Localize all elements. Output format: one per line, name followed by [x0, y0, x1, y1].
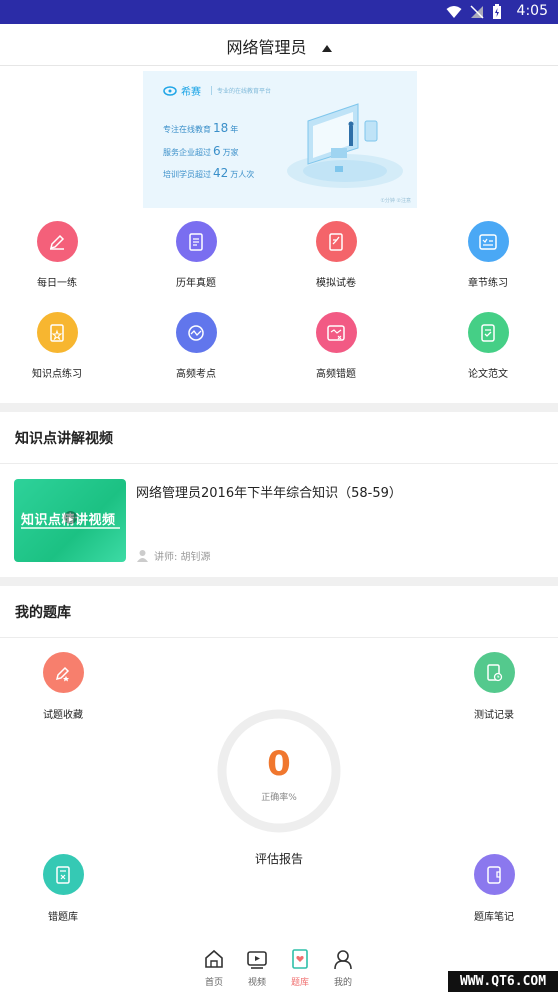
feature-essays[interactable]: 论文范文	[428, 312, 548, 380]
app-header: 网络管理员	[0, 24, 558, 66]
feature-hot-errors[interactable]: 高频错题	[276, 312, 396, 380]
tab-label: 首页	[204, 978, 223, 988]
video-thumbnail[interactable]: 知识点精讲视频	[14, 479, 126, 562]
tab-label: 题库	[290, 978, 309, 988]
library-wrong-questions[interactable]: 错题库	[13, 854, 113, 923]
video-play-icon	[247, 951, 267, 969]
library-favorites[interactable]: 试题收藏	[13, 652, 113, 721]
library-label: 测试记录	[474, 710, 514, 721]
page-title: 网络管理员	[226, 38, 307, 57]
feature-label: 每日一练	[37, 278, 77, 289]
brand-logo-icon	[163, 85, 177, 96]
banner-line: 培训学员超过 42 万人次	[163, 166, 255, 180]
section-divider	[0, 403, 558, 412]
feature-chapter-practice[interactable]: 章节练习	[428, 221, 548, 289]
section-title-library: 我的题库	[15, 605, 71, 621]
watermark: WWW.QT6.COM	[448, 971, 558, 992]
exam-paper-icon	[315, 221, 357, 262]
section-title-videos: 知识点讲解视频	[15, 431, 113, 447]
feature-label: 论文范文	[468, 369, 508, 380]
person-icon	[137, 550, 148, 562]
library-notes[interactable]: 题库笔记	[444, 854, 544, 923]
tab-video[interactable]: 视频	[237, 948, 277, 988]
tab-label: 我的	[333, 978, 352, 988]
feature-label: 历年真题	[176, 278, 216, 289]
thumbnail-underline	[21, 527, 120, 529]
no-signal-icon	[470, 5, 484, 19]
banner-footnote: ①分钟 ②注意	[380, 198, 411, 204]
subject-selector[interactable]: 网络管理员	[0, 34, 558, 58]
error-card-icon	[315, 312, 357, 353]
library-label: 错题库	[48, 912, 78, 923]
feature-label: 模拟试卷	[316, 278, 356, 289]
banner-tagline: 专业的在线教育平台	[211, 86, 271, 95]
question-bank-icon	[292, 949, 308, 969]
feature-label: 知识点练习	[32, 369, 82, 380]
feature-past-exams[interactable]: 历年真题	[136, 221, 256, 289]
section-divider	[0, 577, 558, 586]
banner-line: 专注在线教育 18 年	[163, 121, 239, 135]
battery-charging-icon	[493, 4, 501, 19]
feature-mock-exam[interactable]: 模拟试卷	[276, 221, 396, 289]
feature-knowledge-practice[interactable]: 知识点练习	[0, 312, 117, 380]
profile-icon	[334, 950, 352, 970]
status-icons	[446, 4, 502, 20]
banner-brand-name: 希赛	[181, 87, 201, 98]
tab-home[interactable]: 首页	[194, 948, 234, 988]
tab-label: 视频	[247, 978, 266, 988]
checklist-icon	[467, 221, 509, 262]
star-pencil-icon	[42, 652, 84, 693]
feature-daily-practice[interactable]: 每日一练	[0, 221, 117, 289]
library-label: 试题收藏	[43, 710, 83, 721]
document-list-icon	[175, 221, 217, 262]
clock-document-icon	[473, 652, 515, 693]
play-icon	[64, 511, 77, 524]
star-document-icon	[36, 312, 78, 353]
feature-hot-points[interactable]: 高频考点	[136, 312, 256, 380]
home-icon	[205, 949, 223, 968]
notebook-icon	[473, 854, 515, 895]
accuracy-label: 正确率%	[261, 793, 297, 803]
banner-brand: 希赛 专业的在线教育平台	[163, 83, 271, 98]
promo-banner[interactable]: 希赛 专业的在线教育平台 专注在线教育 18 年 服务企业超过 6 万家 培训学员超过 4…	[143, 71, 417, 208]
wrong-book-icon	[42, 854, 84, 895]
teacher-name: 讲师: 胡钊源	[154, 552, 211, 563]
wifi-icon	[446, 6, 462, 18]
accuracy-value: 0	[267, 744, 291, 784]
accuracy-gauge[interactable]: 0 正确率%	[216, 708, 342, 834]
feature-label: 高频考点	[176, 369, 216, 380]
tab-question-bank[interactable]: 题库	[280, 948, 320, 988]
banner-line: 服务企业超过 6 万家	[163, 144, 239, 158]
feature-label: 章节练习	[468, 278, 508, 289]
video-teacher: 讲师: 胡钊源	[136, 548, 211, 563]
tab-profile[interactable]: 我的	[323, 948, 363, 988]
chart-wave-icon	[175, 312, 217, 353]
library-label: 题库笔记	[474, 912, 514, 923]
library-test-records[interactable]: 测试记录	[444, 652, 544, 721]
feature-label: 高频错题	[316, 369, 356, 380]
pencil-icon	[36, 221, 78, 262]
caret-up-icon	[321, 45, 332, 52]
assessment-report-link[interactable]: 评估报告	[229, 850, 329, 867]
divider-line	[0, 463, 558, 464]
banner-illustration	[287, 103, 403, 188]
divider-line	[0, 637, 558, 638]
video-title[interactable]: 网络管理员2016年下半年综合知识（58-59）	[136, 482, 402, 501]
status-bar: 4:05	[0, 0, 558, 24]
essay-icon	[467, 312, 509, 353]
status-time: 4:05	[516, 3, 548, 19]
